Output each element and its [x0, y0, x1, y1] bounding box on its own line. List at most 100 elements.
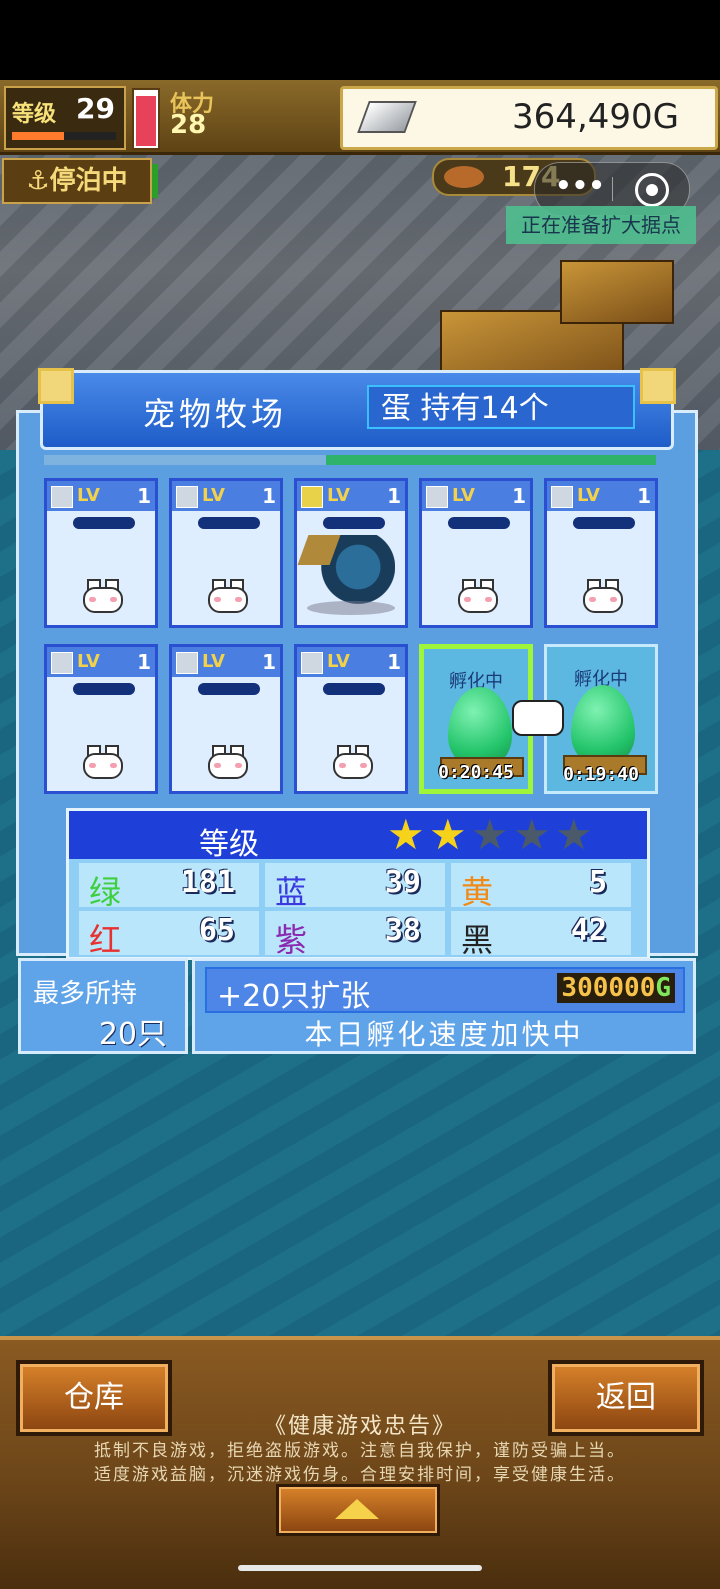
- grade-row: 等级 ★ ★ ★ ★ ★: [69, 810, 647, 862]
- expand-price: 300000G: [557, 973, 675, 1003]
- pet-slot[interactable]: LV 1: [294, 644, 408, 794]
- pet-name-bar: [323, 683, 385, 695]
- egg-badge-icon: [176, 652, 198, 674]
- health-advisory-line: 适度游戏益脑，沉迷游戏伤身。合理安排时间，享受健康生活。: [94, 1465, 626, 1485]
- lv-value: 1: [137, 484, 151, 508]
- pet-card-header: LV 1: [47, 647, 155, 677]
- lv-value: 1: [262, 650, 276, 674]
- cat-pet-icon: [583, 579, 623, 613]
- pet-card-header: LV 1: [47, 481, 155, 511]
- expand-capacity-button[interactable]: +20只扩张 300000G: [205, 967, 685, 1014]
- color-stat-label: 黄: [461, 873, 494, 911]
- hatch-timer: 0:20:45: [438, 762, 514, 783]
- pet-card-header: LV 1: [172, 647, 280, 677]
- expansion-notice: 正在准备扩大据点: [506, 206, 696, 244]
- cat-pet-icon: [208, 745, 248, 779]
- expand-menu-button[interactable]: [276, 1484, 440, 1536]
- color-stat-label: 绿: [89, 873, 122, 911]
- stamina-gauge: [132, 88, 160, 150]
- expand-label: +20只扩张: [217, 979, 371, 1014]
- lv-label: LV: [577, 485, 600, 506]
- pet-name-bar: [73, 517, 135, 529]
- home-indicator[interactable]: [238, 1565, 482, 1571]
- lightning-badge-icon: [301, 486, 323, 508]
- corner-ornament: [640, 368, 676, 404]
- pointer-hand-icon: [512, 700, 564, 736]
- egg-badge-icon: [176, 486, 198, 508]
- egg-badge-icon: [51, 486, 73, 508]
- pet-name-bar: [323, 517, 385, 529]
- color-stat-cell: 黄5: [451, 863, 631, 911]
- pet-card-header: LV 1: [547, 481, 655, 511]
- lv-label: LV: [452, 485, 475, 506]
- color-stat-value: 5: [588, 865, 607, 900]
- star-empty-icon: ★: [513, 810, 551, 859]
- building-roof: [560, 260, 674, 324]
- pet-slot-dragon[interactable]: LV 1: [294, 478, 408, 628]
- hatch-speed-notice: 本日孵化速度加快中: [304, 1018, 584, 1051]
- egg-badge-icon: [426, 486, 448, 508]
- dragon-pet-icon: [303, 535, 395, 615]
- food-icon: [444, 166, 484, 188]
- max-capacity-box: 最多所持 20只: [18, 958, 188, 1054]
- anchor-icon: ⚓: [26, 166, 50, 196]
- pet-name-bar: [198, 683, 260, 695]
- pet-card-header: LV 1: [297, 481, 405, 511]
- level-progress-bar: [12, 132, 116, 140]
- color-stat-cell: 绿 181: [79, 863, 259, 911]
- egg-badge-icon: [551, 486, 573, 508]
- color-stat-value: 42: [570, 913, 607, 948]
- close-target-icon[interactable]: [635, 173, 669, 207]
- pet-name-bar: [73, 683, 135, 695]
- color-stat-cell: 黑 42: [451, 911, 631, 957]
- color-stat-value: 181: [180, 865, 235, 900]
- lv-value: 1: [387, 650, 401, 674]
- color-stat-cell: 蓝 39: [265, 863, 445, 911]
- silver-bar-icon: [357, 101, 417, 133]
- star-empty-icon: ★: [471, 810, 509, 859]
- pet-card-header: LV 1: [297, 647, 405, 677]
- pet-slot[interactable]: LV 1: [544, 478, 658, 628]
- lv-value: 1: [137, 650, 151, 674]
- lv-value: 1: [262, 484, 276, 508]
- cat-pet-icon: [208, 579, 248, 613]
- pet-name-bar: [198, 517, 260, 529]
- color-stat-label: 紫: [275, 921, 308, 959]
- pet-slot[interactable]: LV 1: [169, 644, 283, 794]
- dock-status-label: 停泊中: [49, 166, 128, 196]
- gold-display: 364,490G: [340, 86, 718, 150]
- capacity-value: 20只: [98, 1017, 167, 1052]
- player-level-box: 等级 29: [4, 86, 126, 150]
- bottom-bar: 仓库 返回 《健康游戏忠告》 抵制不良游戏，拒绝盗版游戏。注意自我保护，谨防受骗…: [0, 1336, 720, 1589]
- expand-box: +20只扩张 300000G 本日孵化速度加快中: [192, 958, 696, 1054]
- more-menu-icon[interactable]: •••: [555, 171, 605, 207]
- color-stat-cell: 红 65: [79, 911, 259, 957]
- lv-value: 1: [637, 484, 651, 508]
- pet-card-header: LV 1: [172, 481, 280, 511]
- egg-stats-panel: 等级 ★ ★ ★ ★ ★ 绿 181 蓝 39 黄 5 红 65 紫 38 黑 42: [66, 808, 650, 960]
- hatch-timer: 0:19:40: [563, 764, 639, 785]
- lv-value: 1: [512, 484, 526, 508]
- health-advisory-line: 抵制不良游戏，拒绝盗版游戏。注意自我保护，谨防受骗上当。: [94, 1441, 626, 1461]
- level-label: 等级: [12, 102, 57, 127]
- cat-pet-icon: [458, 579, 498, 613]
- lv-label: LV: [77, 651, 100, 672]
- color-stat-label: 蓝: [275, 873, 308, 911]
- pet-slot[interactable]: LV 1: [44, 478, 158, 628]
- color-stat-label: 红: [89, 921, 122, 959]
- pet-name-bar: [448, 517, 510, 529]
- level-value: 29: [76, 92, 115, 125]
- panel-progress-bar: [44, 455, 656, 465]
- dock-status-badge: ⚓停泊中: [2, 158, 158, 204]
- pet-slot[interactable]: LV 1: [169, 478, 283, 628]
- color-stat-value: 65: [198, 913, 235, 948]
- lv-label: LV: [327, 485, 350, 506]
- cat-pet-icon: [83, 745, 123, 779]
- cat-pet-icon: [83, 579, 123, 613]
- egg-badge-icon: [301, 652, 323, 674]
- pet-slot[interactable]: LV 1: [419, 478, 533, 628]
- egg-badge-icon: [51, 652, 73, 674]
- gold-amount: 364,490G: [512, 97, 679, 137]
- capacity-label: 最多所持: [33, 979, 138, 1009]
- pet-slot[interactable]: LV 1: [44, 644, 158, 794]
